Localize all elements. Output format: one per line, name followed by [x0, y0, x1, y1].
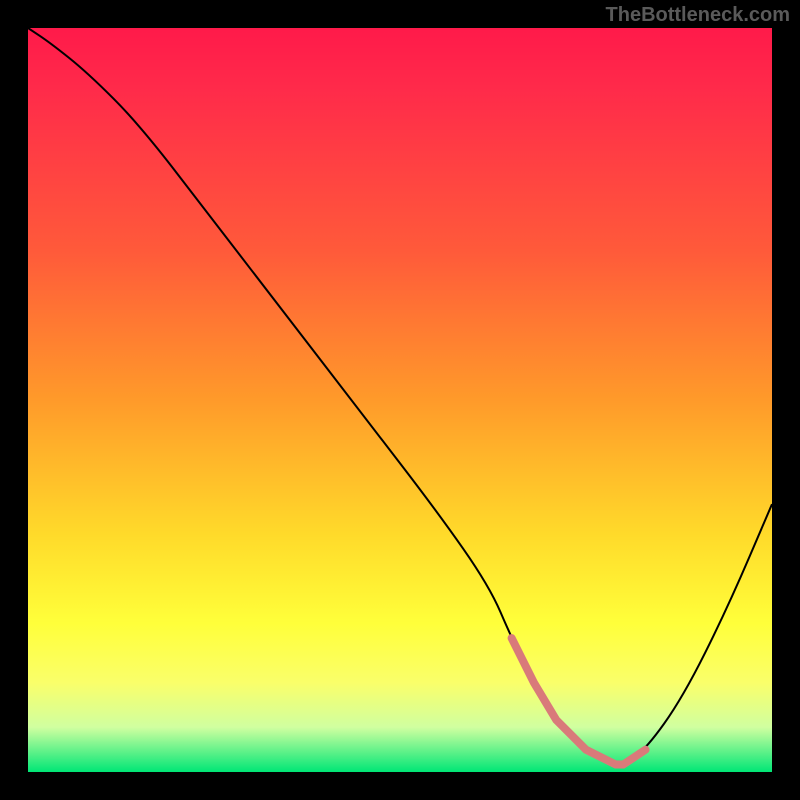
attribution-text: TheBottleneck.com: [606, 4, 790, 27]
chart-svg: [28, 28, 772, 772]
highlight-segment: [512, 638, 646, 764]
bottleneck-curve: [28, 28, 772, 765]
plot-area: [28, 28, 772, 772]
